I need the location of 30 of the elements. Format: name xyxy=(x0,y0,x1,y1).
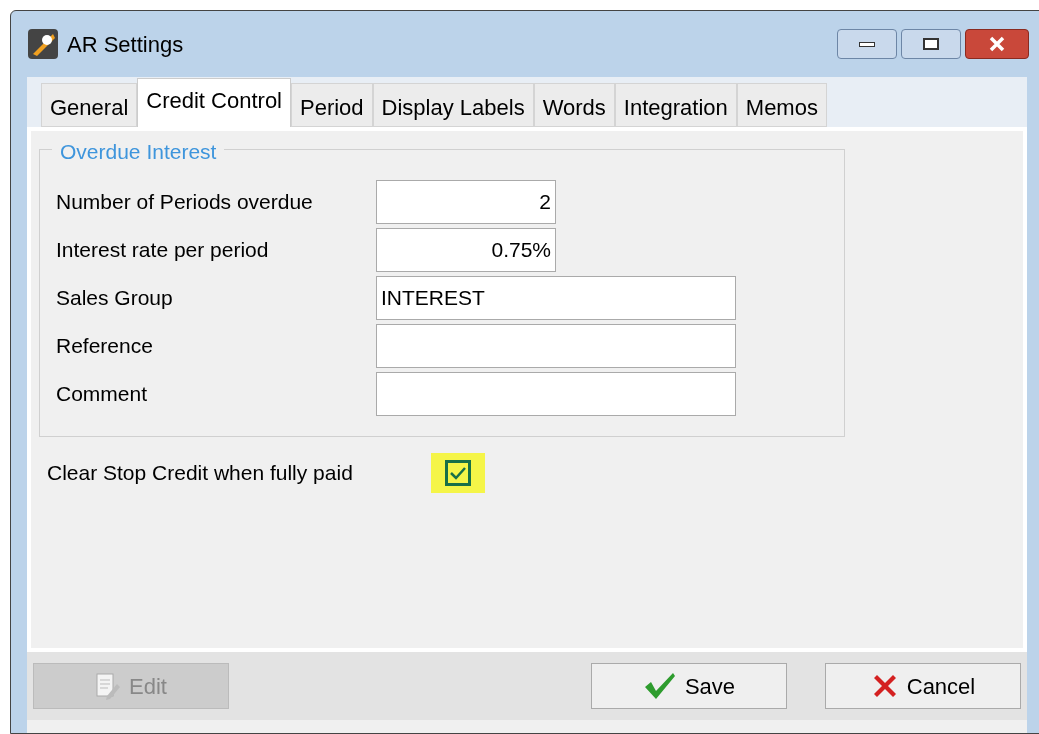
tab[interactable]: Period xyxy=(291,83,373,127)
field-label: Interest rate per period xyxy=(56,237,270,264)
input-field[interactable]: INTEREST xyxy=(376,276,736,320)
input-field[interactable] xyxy=(376,372,736,416)
close-button[interactable] xyxy=(965,29,1029,59)
restore-button[interactable] xyxy=(901,29,961,59)
tab[interactable]: Integration xyxy=(614,83,737,127)
close-icon xyxy=(988,36,1006,52)
window-title: AR Settings xyxy=(67,30,184,59)
checkmark-icon xyxy=(642,671,677,701)
tab[interactable]: Words xyxy=(533,83,615,127)
tab[interactable]: General xyxy=(41,83,138,127)
field-label: Comment xyxy=(56,381,149,408)
checkmark-icon xyxy=(449,466,467,480)
cancel-button[interactable]: Cancel xyxy=(825,663,1021,709)
tab[interactable]: Display Labels xyxy=(372,83,534,127)
checkbox[interactable] xyxy=(445,460,471,486)
edit-document-icon xyxy=(95,672,122,700)
input-field[interactable]: 2 xyxy=(376,180,556,224)
tab[interactable]: Credit Control xyxy=(137,78,291,128)
field-label: Reference xyxy=(56,333,154,360)
save-button[interactable]: Save xyxy=(591,663,787,709)
input-field[interactable] xyxy=(376,324,736,368)
field-label: Sales Group xyxy=(56,285,174,312)
field-label: Number of Periods overdue xyxy=(56,189,314,216)
checkbox-label: Clear Stop Credit when fully paid xyxy=(47,460,354,487)
app-logo-icon xyxy=(27,28,59,60)
minimize-button[interactable] xyxy=(837,29,897,59)
input-field[interactable]: 0.75% xyxy=(376,228,556,272)
tab[interactable]: Memos xyxy=(736,83,827,127)
